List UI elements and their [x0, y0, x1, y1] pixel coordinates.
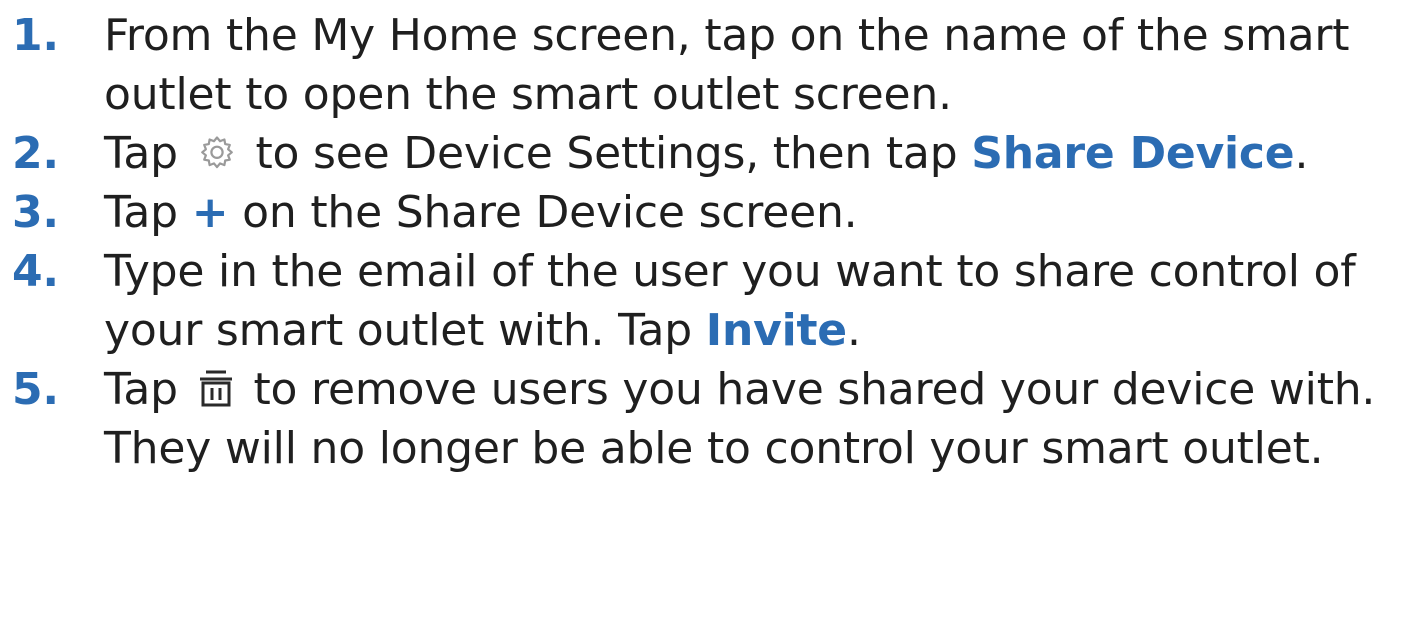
step-text-pre: Tap — [104, 128, 178, 179]
share-device-label: Share Device — [971, 128, 1295, 179]
step-text: From the My Home screen, tap on the name… — [104, 10, 1350, 120]
step-5: 5. Tap to remove users you have shared y… — [0, 360, 1427, 478]
step-text-end: . — [846, 305, 861, 356]
step-2: 2. Tap to see Device Settings, then tap … — [0, 124, 1427, 183]
invite-label: Invite — [705, 305, 847, 356]
step-text: Tap to remove users you have shared your… — [104, 360, 1427, 478]
step-3: 3. Tap + on the Share Device screen. — [0, 183, 1427, 242]
step-text-post: to see Device Settings, then tap — [255, 128, 958, 179]
step-text-post: on the Share Device screen. — [242, 187, 858, 238]
step-text-pre: Tap — [104, 364, 178, 415]
step-text: Tap + on the Share Device screen. — [104, 183, 1427, 242]
step-number: 3. — [12, 187, 59, 238]
step-number: 5. — [12, 364, 59, 415]
step-text: Type in the email of the user you want t… — [104, 242, 1427, 360]
step-text-post: to remove users you have shared your dev… — [104, 364, 1376, 474]
trash-icon — [198, 368, 234, 408]
step-text-pre: Tap — [104, 187, 178, 238]
step-1: 1. From the My Home screen, tap on the n… — [0, 6, 1427, 124]
step-number: 2. — [12, 128, 59, 179]
gear-icon — [198, 134, 236, 172]
step-4: 4. Type in the email of the user you wan… — [0, 242, 1427, 360]
step-text-end: . — [1294, 128, 1309, 179]
step-number: 1. — [12, 10, 59, 61]
plus-icon: + — [191, 187, 229, 238]
instructions-page: 1. From the My Home screen, tap on the n… — [0, 0, 1427, 630]
step-text: Tap to see Device Settings, then tap Sha… — [104, 124, 1427, 183]
step-number: 4. — [12, 246, 59, 297]
